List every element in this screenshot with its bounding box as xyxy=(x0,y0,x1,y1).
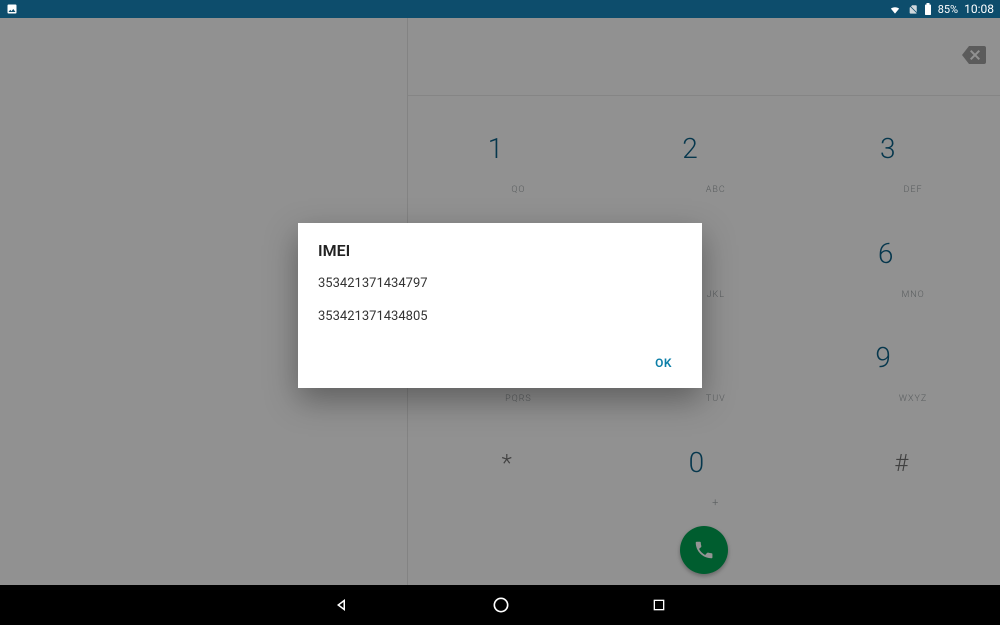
battery-icon xyxy=(924,3,932,15)
status-bar: 85% 10:08 xyxy=(0,0,1000,18)
recents-button[interactable] xyxy=(651,597,667,613)
home-button[interactable] xyxy=(491,595,511,615)
screen: 85% 10:08 1QO 2ABC 3DEF 4GHI 5JKL 6MNO 7… xyxy=(0,0,1000,625)
no-sim-icon xyxy=(908,3,918,15)
dialog-title: IMEI xyxy=(318,241,682,260)
imei-2: 353421371434805 xyxy=(318,309,682,324)
imei-1: 353421371434797 xyxy=(318,276,682,291)
back-button[interactable] xyxy=(333,596,351,614)
status-time: 10:08 xyxy=(964,2,994,16)
wifi-icon xyxy=(888,4,902,15)
navigation-bar xyxy=(0,585,1000,625)
image-icon xyxy=(6,3,18,15)
imei-dialog: IMEI 353421371434797 353421371434805 OK xyxy=(298,223,702,388)
ok-button[interactable]: OK xyxy=(645,348,682,378)
battery-percent: 85% xyxy=(938,3,958,16)
